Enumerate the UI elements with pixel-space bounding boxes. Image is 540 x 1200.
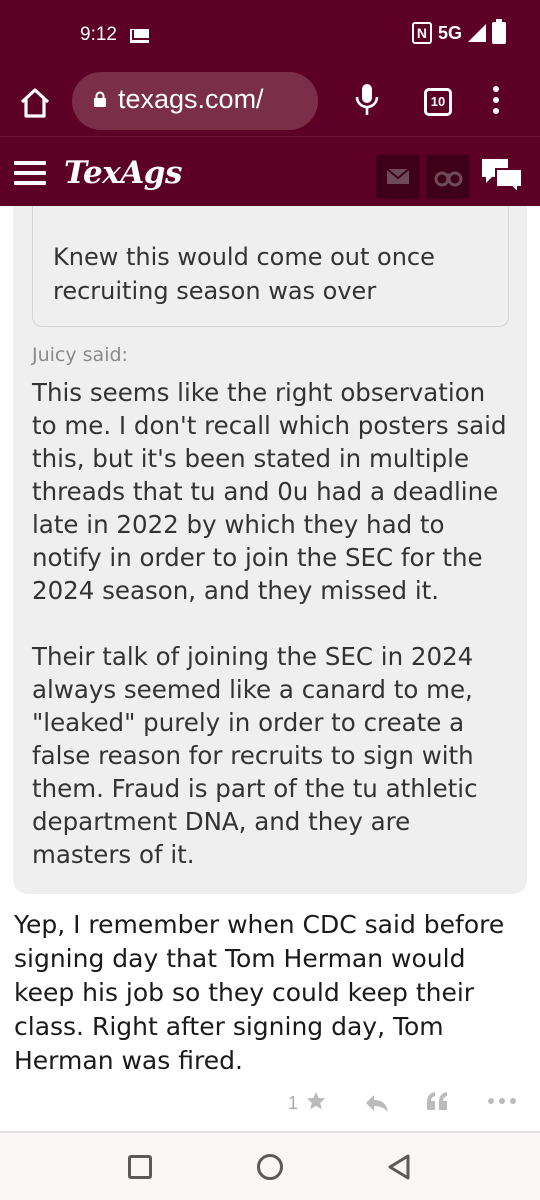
quote-paragraph: Their talk of joining the SEC in 2024 al… (32, 642, 478, 869)
post-actions: 1 (0, 1090, 540, 1130)
recents-button[interactable] (128, 1155, 152, 1179)
status-indicators: N 5G (411, 19, 506, 44)
mic-icon[interactable] (354, 82, 380, 118)
address-bar[interactable]: texags.com/ (72, 72, 318, 130)
nested-quote: Knew this would come out once recruiting… (32, 206, 509, 327)
star-icon[interactable] (305, 1090, 327, 1112)
overflow-menu-icon[interactable] (492, 86, 500, 116)
site-header: TexAgs (0, 136, 540, 206)
star-count: 1 (288, 1093, 299, 1113)
browser-toolbar: texags.com/ 10 (0, 68, 540, 136)
site-logo[interactable]: TexAgs (64, 155, 182, 191)
post-body: Yep, I remember when CDC said before sig… (14, 910, 505, 1075)
more-options-icon[interactable] (488, 1098, 516, 1104)
quote-attribution: Juicy said: (32, 344, 128, 366)
envelope-icon (386, 168, 410, 184)
status-bar: 9:12 N 5G (0, 0, 540, 68)
home-icon[interactable] (18, 86, 52, 120)
lock-icon (94, 91, 106, 107)
quote-icon[interactable] (425, 1090, 449, 1112)
quote-paragraph: This seems like the right observation to… (32, 378, 507, 605)
back-button[interactable] (386, 1153, 412, 1181)
nested-quote-text: Knew this would come out once recruiting… (53, 243, 435, 305)
network-type: 5G (437, 22, 462, 43)
gmail-notification-icon (130, 29, 149, 43)
chat-icon[interactable] (478, 155, 526, 197)
home-button[interactable] (257, 1154, 283, 1180)
system-nav-bar (0, 1133, 540, 1200)
reply-icon[interactable] (364, 1092, 390, 1114)
quote-body: This seems like the right observation to… (32, 376, 512, 904)
nfc-icon: N (411, 22, 432, 44)
tab-switcher-button[interactable]: 10 (424, 88, 452, 116)
hamburger-menu-icon[interactable] (14, 161, 46, 185)
battery-icon (492, 19, 506, 44)
status-time: 9:12 (80, 24, 117, 45)
messages-button[interactable] (376, 155, 420, 199)
url-text: texags.com/ (118, 84, 264, 114)
signal-icon (468, 24, 486, 42)
watch-list-button[interactable] (426, 155, 470, 199)
binoculars-icon (434, 171, 463, 187)
